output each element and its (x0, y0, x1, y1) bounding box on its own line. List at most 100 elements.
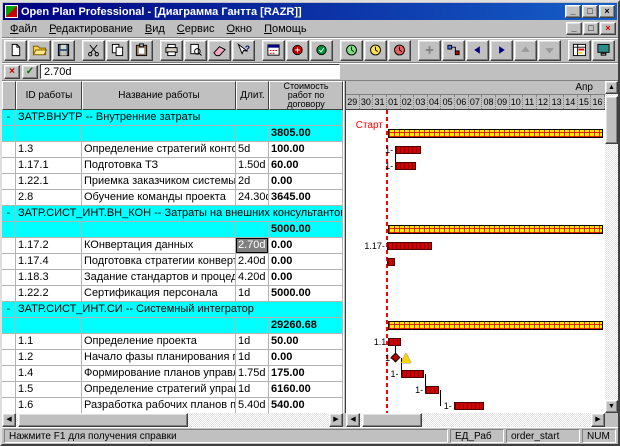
duration-cell[interactable]: 2.70d (236, 238, 269, 254)
cost-cell[interactable]: 0.00 (269, 270, 343, 286)
task-bar[interactable] (387, 242, 432, 250)
cost-cell[interactable]: 5000.00 (269, 286, 343, 302)
task-bar[interactable] (401, 370, 425, 378)
duration-cell[interactable] (236, 318, 269, 334)
gantt-scroll-thumb[interactable] (362, 413, 422, 427)
activity-id-cell[interactable] (16, 126, 82, 142)
duration-cell[interactable] (236, 222, 269, 238)
cost-cell[interactable]: 5000.00 (269, 222, 343, 238)
link-activities-button[interactable] (442, 40, 465, 61)
outdent-button[interactable] (466, 40, 489, 61)
activity-name-cell[interactable]: Обучение команды проекта (82, 190, 236, 206)
group-title-cell[interactable]: ЗАТР.СИСТ_ИНТ.ВН_КОН -- Затраты на внешн… (16, 206, 343, 222)
cost-cell[interactable]: 0.00 (269, 254, 343, 270)
cost-cell[interactable]: 0.00 (269, 238, 343, 254)
duration-cell[interactable]: 4.20d (236, 270, 269, 286)
clock-yellow-button[interactable] (364, 40, 387, 61)
id-column-header[interactable]: ID работы (16, 81, 82, 110)
activity-id-cell[interactable]: 1.17.2 (16, 238, 82, 254)
view-settings-button[interactable] (568, 40, 591, 61)
accept-edit-button[interactable]: ✓ (22, 65, 38, 79)
eraser-button[interactable] (208, 40, 231, 61)
activity-id-cell[interactable]: 2.8 (16, 190, 82, 206)
gantt-hscrollbar[interactable]: ◀ ▶ (346, 413, 605, 427)
duration-cell[interactable]: 2.40d (236, 254, 269, 270)
table-hscrollbar[interactable]: ◀ ▶ (2, 413, 343, 427)
activity-name-cell[interactable]: Задание стандартов и процедур по д (82, 270, 236, 286)
activity-id-cell[interactable] (16, 222, 82, 238)
table-scroll-track[interactable] (16, 413, 329, 427)
mdi-close-button[interactable]: × (600, 22, 616, 35)
gantt-scroll-left-button[interactable]: ◀ (346, 413, 360, 427)
cut-button[interactable] (82, 40, 105, 61)
vertical-scrollbar[interactable]: ▲ ▼ (605, 81, 618, 413)
duration-cell[interactable]: 1.50d (236, 158, 269, 174)
summary-bar[interactable] (388, 225, 603, 234)
task-bar[interactable] (425, 386, 439, 394)
task-bar[interactable] (388, 338, 400, 346)
menu-item[interactable]: Файл (4, 21, 43, 37)
cancel-edit-button[interactable]: × (4, 65, 20, 79)
duration-cell[interactable] (236, 126, 269, 142)
activity-name-cell[interactable] (82, 126, 236, 142)
cost-cell[interactable]: 0.00 (269, 174, 343, 190)
summary-bar[interactable] (388, 321, 603, 330)
cost-cell[interactable]: 3645.00 (269, 190, 343, 206)
move-down-button[interactable] (538, 40, 561, 61)
time-analysis-button[interactable] (262, 40, 285, 61)
copy-button[interactable] (106, 40, 129, 61)
activity-id-cell[interactable]: 1.17.4 (16, 254, 82, 270)
activity-id-cell[interactable]: 1.4 (16, 366, 82, 382)
cost-cell[interactable]: 100.00 (269, 142, 343, 158)
indent-button[interactable] (490, 40, 513, 61)
activity-name-cell[interactable]: КОнвертация данных (82, 238, 236, 254)
activity-id-cell[interactable]: 1.6 (16, 398, 82, 413)
scroll-up-button[interactable]: ▲ (605, 81, 618, 94)
row-expand-cell[interactable]: - (2, 206, 16, 222)
maximize-button[interactable]: □ (582, 5, 598, 18)
activity-name-cell[interactable]: Подготовка ТЗ (82, 158, 236, 174)
cost-cell[interactable]: 3805.00 (269, 126, 343, 142)
screen-button[interactable] (592, 40, 615, 61)
cost-cell[interactable]: 60.00 (269, 158, 343, 174)
duration-cell[interactable]: 5d (236, 142, 269, 158)
activity-name-cell[interactable]: Формирование планов управления (82, 366, 236, 382)
table-scroll-left-button[interactable]: ◀ (2, 413, 16, 427)
cost-calculation-button[interactable] (310, 40, 333, 61)
save-button[interactable] (52, 40, 75, 61)
cost-cell[interactable]: 0.00 (269, 350, 343, 366)
activity-name-cell[interactable] (82, 318, 236, 334)
activity-id-cell[interactable]: 1.3 (16, 142, 82, 158)
activity-id-cell[interactable]: 1.1 (16, 334, 82, 350)
activity-id-cell[interactable]: 1.22.1 (16, 174, 82, 190)
table-scroll-right-button[interactable]: ▶ (329, 413, 343, 427)
task-bar[interactable] (395, 146, 421, 154)
activity-name-cell[interactable]: Определение стратегий контоля и отч (82, 142, 236, 158)
name-column-header[interactable]: Название работы (82, 81, 236, 110)
duration-cell[interactable]: 1.75d (236, 366, 269, 382)
open-button[interactable] (28, 40, 51, 61)
cost-cell[interactable]: 50.00 (269, 334, 343, 350)
row-expand-cell[interactable]: - (2, 302, 16, 318)
paste-button[interactable] (130, 40, 153, 61)
cost-cell[interactable]: 540.00 (269, 398, 343, 413)
resource-scheduling-button[interactable] (286, 40, 309, 61)
duration-cell[interactable]: 1d (236, 350, 269, 366)
duration-cell[interactable]: 5.40d (236, 398, 269, 413)
menu-item[interactable]: Помощь (258, 21, 313, 37)
cost-cell[interactable]: 6160.00 (269, 382, 343, 398)
new-button[interactable] (4, 40, 27, 61)
group-title-cell[interactable]: ЗАТР.ВНУТР -- Внутренние затраты (16, 110, 343, 126)
minimize-button[interactable]: _ (565, 5, 581, 18)
mdi-restore-button[interactable]: □ (583, 22, 599, 35)
task-bar[interactable] (387, 258, 395, 266)
duration-cell[interactable]: 1d (236, 334, 269, 350)
menu-item[interactable]: Редактирование (43, 21, 139, 37)
cost-cell[interactable]: 29260.68 (269, 318, 343, 334)
activity-id-cell[interactable]: 1.18.3 (16, 270, 82, 286)
activity-id-cell[interactable]: 1.2 (16, 350, 82, 366)
duration-cell[interactable]: 2d (236, 174, 269, 190)
context-help-button[interactable]: ? (232, 40, 255, 61)
activity-id-cell[interactable]: 1.17.1 (16, 158, 82, 174)
activity-name-cell[interactable]: Сертификация персонала (82, 286, 236, 302)
